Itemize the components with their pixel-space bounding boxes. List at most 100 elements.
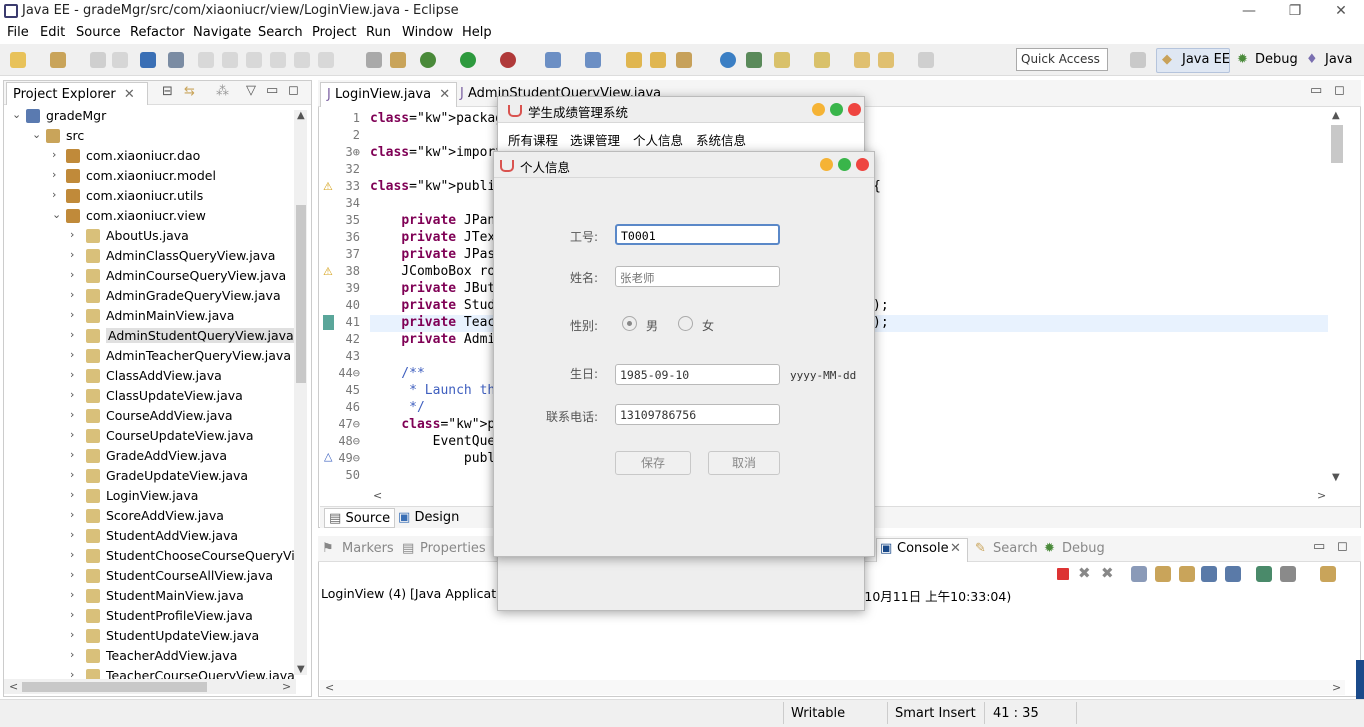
phone-field[interactable]: 13109786756 — [615, 404, 780, 425]
id-field[interactable]: T0001 — [615, 224, 780, 245]
chevron-right-icon[interactable]: › — [70, 568, 74, 581]
chevron-right-icon[interactable]: › — [70, 348, 74, 361]
tab-debug[interactable]: Debug — [1062, 541, 1105, 556]
code-line[interactable]: JComboBox ro — [370, 264, 495, 279]
close-dot[interactable] — [856, 158, 869, 171]
annotation-icon[interactable] — [746, 52, 762, 68]
run-external-icon[interactable] — [500, 52, 516, 68]
tab-console[interactable]: Console — [897, 541, 949, 556]
tab-loginview[interactable]: J LoginView.java ✕ — [320, 82, 458, 107]
chevron-right-icon[interactable]: › — [70, 368, 74, 381]
tree-file[interactable]: › AdminGradeQueryView.java — [4, 286, 294, 306]
tree-src[interactable]: ⌄ src — [4, 126, 294, 146]
chevron-right-icon[interactable]: › — [70, 528, 74, 541]
menu-window[interactable]: Window — [402, 25, 453, 40]
tree-file[interactable]: › AdminClassQueryView.java — [4, 246, 294, 266]
tree-file[interactable]: › AdminTeacherQueryView.java — [4, 346, 294, 366]
code-line[interactable]: /** — [370, 366, 425, 381]
open-type-icon[interactable] — [626, 52, 642, 68]
tree-file[interactable]: › TeacherCourseQueryView.java — [4, 666, 295, 679]
scroll-left-icon[interactable]: < — [9, 680, 18, 693]
code-line[interactable]: private Teac — [370, 315, 495, 330]
code-line[interactable]: private JPas — [370, 247, 495, 262]
chevron-right-icon[interactable]: › — [70, 308, 74, 321]
editor-vertical-scrollbar[interactable] — [1329, 110, 1345, 488]
chevron-right-icon[interactable]: › — [70, 508, 74, 521]
close-dot[interactable] — [848, 103, 861, 116]
scroll-lock-icon[interactable] — [1155, 566, 1171, 582]
menu-all-courses[interactable]: 所有课程 — [508, 130, 558, 149]
scroll-right-icon[interactable]: > — [1317, 489, 1326, 502]
chevron-right-icon[interactable]: › — [70, 548, 74, 561]
code-line[interactable]: private Stud — [370, 298, 495, 313]
tree-file[interactable]: › AdminMainView.java — [4, 306, 294, 326]
chevron-right-icon[interactable]: › — [70, 428, 74, 441]
maximize-button[interactable]: ❐ — [1272, 0, 1318, 22]
chevron-right-icon[interactable]: › — [70, 408, 74, 421]
name-field[interactable]: 张老师 — [615, 266, 780, 287]
tree-file[interactable]: › StudentUpdateView.java — [4, 626, 294, 646]
chevron-right-icon[interactable]: › — [52, 148, 56, 161]
code-line[interactable]: EventQue — [370, 434, 496, 449]
tree-file[interactable]: › StudentMainView.java — [4, 586, 294, 606]
code-line[interactable]: private Admi — [370, 332, 495, 347]
gender-female-radio[interactable] — [678, 316, 693, 331]
chevron-right-icon[interactable]: › — [70, 268, 74, 281]
code-line[interactable]: private JPan — [370, 213, 495, 228]
menu-course-selection[interactable]: 选课管理 — [570, 130, 620, 149]
code-line[interactable]: publ — [370, 451, 495, 466]
tree-file[interactable]: › StudentCourseAllView.java — [4, 566, 294, 586]
pin-console-icon[interactable] — [1256, 566, 1272, 582]
chevron-right-icon[interactable]: › — [70, 468, 74, 481]
tree-file[interactable]: › CourseAddView.java — [4, 406, 294, 426]
minimize-editor-icon[interactable]: ▭ — [1310, 83, 1322, 98]
gender-male-radio[interactable] — [622, 316, 637, 331]
editor-scroll-thumb[interactable] — [1331, 125, 1343, 163]
perspective-java[interactable]: Java — [1325, 52, 1352, 67]
chevron-down-icon[interactable]: ⌄ — [32, 128, 41, 141]
maximize-dot[interactable] — [838, 158, 851, 171]
tree-package[interactable]: › com.xiaoniucr.dao — [4, 146, 294, 166]
tree-file[interactable]: › GradeUpdateView.java — [4, 466, 294, 486]
open-perspective-icon[interactable] — [1130, 52, 1146, 68]
perspective-java-ee[interactable]: Java EE — [1182, 52, 1230, 67]
menu-run[interactable]: Run — [366, 25, 391, 40]
display-console-icon[interactable] — [1280, 566, 1296, 582]
code-line[interactable]: * Launch th — [370, 383, 495, 398]
chevron-down-icon[interactable]: ⌄ — [52, 208, 61, 221]
tree-package[interactable]: › com.xiaoniucr.utils — [4, 186, 294, 206]
menu-help[interactable]: Help — [462, 25, 492, 40]
tree-file[interactable]: › ScoreAddView.java — [4, 506, 294, 526]
chevron-down-icon[interactable]: ⌄ — [12, 108, 21, 121]
terminate-icon[interactable] — [1057, 568, 1069, 580]
scroll-up-icon[interactable]: ▲ — [1332, 110, 1340, 121]
menu-project[interactable]: Project — [312, 25, 356, 40]
toggle-mark-icon[interactable] — [390, 52, 406, 68]
menu-personal-info[interactable]: 个人信息 — [633, 130, 683, 149]
back-icon[interactable] — [878, 52, 894, 68]
cancel-button[interactable]: 取消 — [708, 451, 780, 475]
tree-project[interactable]: ⌄ gradeMgr — [4, 106, 294, 126]
step-over-icon[interactable] — [294, 52, 310, 68]
console-hscroll[interactable] — [320, 680, 1345, 695]
chevron-right-icon[interactable]: › — [70, 628, 74, 641]
code-line[interactable]: private JTex — [370, 230, 495, 245]
tab-properties[interactable]: Properties — [420, 541, 486, 556]
perspective-debug[interactable]: Debug — [1255, 52, 1298, 67]
chevron-right-icon[interactable]: › — [52, 168, 56, 181]
close-tab-icon[interactable]: ✕ — [950, 541, 961, 556]
maximize-view-icon[interactable]: ◻ — [1337, 539, 1348, 554]
last-edit-icon[interactable] — [854, 52, 870, 68]
scroll-left-icon[interactable]: < — [325, 681, 334, 694]
show-stderr-icon[interactable] — [1225, 566, 1241, 582]
new-server-icon[interactable] — [545, 52, 561, 68]
maximize-dot[interactable] — [830, 103, 843, 116]
code-line[interactable]: */ — [370, 400, 425, 415]
code-line[interactable]: private JBut — [370, 281, 495, 296]
tree-file[interactable]: › LoginView.java — [4, 486, 294, 506]
clear-console-icon[interactable] — [1131, 566, 1147, 582]
chevron-right-icon[interactable]: › — [70, 648, 74, 661]
chevron-right-icon[interactable]: › — [70, 388, 74, 401]
tree-file[interactable]: › StudentProfileView.java — [4, 606, 294, 626]
tab-source[interactable]: ▤ Source — [324, 508, 396, 528]
